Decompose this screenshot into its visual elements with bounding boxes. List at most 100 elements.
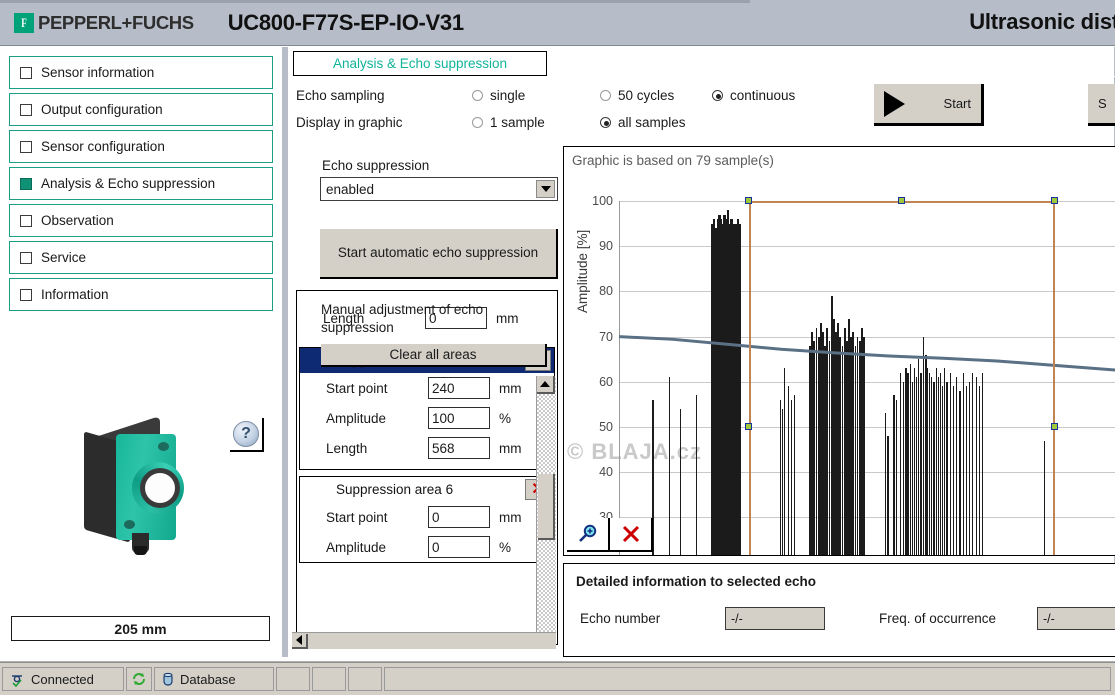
help-button[interactable]: ? xyxy=(230,418,264,452)
suppression-area-handle[interactable] xyxy=(898,197,905,204)
start-automatic-echo-suppression-button[interactable]: Start automatic echo suppression xyxy=(320,229,558,279)
amplitude-input[interactable]: 100 xyxy=(428,407,490,429)
tab-analysis-echo-suppression[interactable]: Analysis & Echo suppression xyxy=(293,51,547,76)
manual-adjustment-title: Manual adjustment of echo suppression xyxy=(321,301,535,336)
sidebar-item-observation[interactable]: Observation xyxy=(9,204,273,237)
status-database: Database xyxy=(154,667,274,691)
echo-suppression-select[interactable]: enabled xyxy=(320,177,558,201)
sidebar-nav: Sensor information Output configuration … xyxy=(0,47,282,311)
sampling-options: Echo sampling single 50 cycles continuou… xyxy=(296,82,1115,136)
panel-horizontal-scrollbar[interactable] xyxy=(292,632,556,649)
suppression-area-6-header[interactable]: Suppression area 6 ✕ xyxy=(300,477,554,502)
radio-label: 1 sample xyxy=(490,115,545,130)
zoom-button[interactable] xyxy=(567,518,610,552)
echo-graph-plot[interactable]: Amplitude [%] Echo distance [mm] © BLAJA… xyxy=(619,201,1115,556)
echo-suppression-label: Echo suppression xyxy=(322,158,429,173)
scroll-left-button[interactable] xyxy=(292,634,308,649)
suppression-area-handle[interactable] xyxy=(1051,423,1058,430)
help-icon: ? xyxy=(233,421,259,447)
radio-selected-icon xyxy=(600,117,611,128)
radio-icon xyxy=(600,90,611,101)
status-database-label: Database xyxy=(180,672,236,687)
area-length-label: Length xyxy=(326,441,428,456)
radio-all-samples[interactable]: all samples xyxy=(600,115,712,130)
radio-label: continuous xyxy=(730,88,795,103)
sensor-preview: ? xyxy=(8,410,274,610)
stop-button-label: S xyxy=(1098,96,1107,111)
scroll-up-button[interactable] xyxy=(537,376,555,394)
checkbox-icon xyxy=(20,215,32,227)
frequency-row: Freq. of occurrence -/- xyxy=(879,607,1115,630)
start-button-label: Start xyxy=(944,96,971,111)
stop-button[interactable]: S xyxy=(1088,84,1115,126)
suppression-area-handle[interactable] xyxy=(1051,197,1058,204)
sensor-transducer-face xyxy=(145,473,175,503)
status-slot-2 xyxy=(312,667,346,691)
display-in-graphic-label: Display in graphic xyxy=(296,115,472,130)
amplitude-unit: % xyxy=(499,411,511,426)
amplitude-input[interactable]: 0 xyxy=(428,536,490,558)
graph-caption: Graphic is based on 79 sample(s) xyxy=(572,153,774,168)
radio-single[interactable]: single xyxy=(472,88,600,103)
checkbox-icon xyxy=(20,104,32,116)
sync-icon xyxy=(132,672,146,686)
echo-bar[interactable] xyxy=(680,409,681,556)
clear-all-areas-button[interactable]: Clear all areas xyxy=(321,344,547,367)
radio-icon xyxy=(472,117,483,128)
echo-suppression-panel: Echo suppression enabled Start automatic… xyxy=(292,145,560,645)
frequency-value: -/- xyxy=(1037,607,1115,630)
start-point-input[interactable]: 0 xyxy=(428,506,490,528)
radio-50-cycles[interactable]: 50 cycles xyxy=(600,88,712,103)
echo-number-row: Echo number -/- xyxy=(580,607,825,630)
start-button[interactable]: Start xyxy=(874,84,984,126)
sidebar-item-sensor-configuration[interactable]: Sensor configuration xyxy=(9,130,273,163)
sensor-connector-tip xyxy=(134,546,147,555)
radio-icon xyxy=(472,90,483,101)
app-header: F PEPPERL+FUCHS UC800-F77S-EP-IO-V31 Ult… xyxy=(0,0,1115,46)
chevron-down-icon[interactable] xyxy=(536,180,555,198)
suppression-area-handle[interactable] xyxy=(745,197,752,204)
suppression-area-rect[interactable] xyxy=(749,201,1056,556)
checkbox-icon xyxy=(20,141,32,153)
checkbox-icon xyxy=(20,252,32,264)
amplitude-label: Amplitude xyxy=(326,411,428,426)
manual-adjustment-box: Manual adjustment of echo suppression Cl… xyxy=(296,290,558,645)
frequency-label: Freq. of occurrence xyxy=(879,611,1037,626)
suppression-area-6-title: Suppression area 6 xyxy=(336,482,453,497)
clear-selection-button[interactable] xyxy=(610,518,653,552)
y-axis-line xyxy=(619,201,620,556)
sidebar-item-label: Sensor information xyxy=(41,65,154,80)
scroll-thumb[interactable] xyxy=(538,474,555,540)
radio-selected-icon xyxy=(712,90,723,101)
sidebar-item-output-configuration[interactable]: Output configuration xyxy=(9,93,273,126)
sidebar-item-information[interactable]: Information xyxy=(9,278,273,311)
areas-vertical-scrollbar[interactable] xyxy=(536,376,556,648)
sidebar-item-sensor-information[interactable]: Sensor information xyxy=(9,56,273,89)
echo-bar[interactable] xyxy=(696,395,697,556)
suppression-area-handle[interactable] xyxy=(745,423,752,430)
magnifier-icon xyxy=(577,523,599,545)
brand-mark-letter: F xyxy=(21,16,27,29)
area5-amplitude-row: Amplitude 100 % xyxy=(300,403,554,433)
watermark: © BLAJA.cz xyxy=(567,439,702,465)
radio-1-sample[interactable]: 1 sample xyxy=(472,115,600,130)
brand-name: PEPPERL+FUCHS xyxy=(38,12,194,34)
tab-underline xyxy=(288,76,1115,77)
start-point-label: Start point xyxy=(326,510,428,525)
header-top-rule xyxy=(0,0,750,3)
echo-number-label: Echo number xyxy=(580,611,725,626)
sidebar: Sensor information Output configuration … xyxy=(0,47,282,657)
sidebar-item-service[interactable]: Service xyxy=(9,241,273,274)
echo-bar[interactable] xyxy=(669,377,670,556)
radio-continuous[interactable]: continuous xyxy=(712,88,795,103)
start-point-input[interactable]: 240 xyxy=(428,377,490,399)
sensor-mount-hole xyxy=(124,520,135,529)
start-point-unit: mm xyxy=(499,381,522,396)
radio-label: single xyxy=(490,88,525,103)
echo-sampling-row: Echo sampling single 50 cycles continuou… xyxy=(296,82,1115,109)
sidebar-item-analysis-echo-suppression[interactable]: Analysis & Echo suppression xyxy=(9,167,273,200)
area-length-input[interactable]: 568 xyxy=(428,437,490,459)
display-in-graphic-row: Display in graphic 1 sample all samples xyxy=(296,109,1115,136)
clear-icon xyxy=(621,524,641,544)
echo-bar[interactable] xyxy=(739,224,741,556)
